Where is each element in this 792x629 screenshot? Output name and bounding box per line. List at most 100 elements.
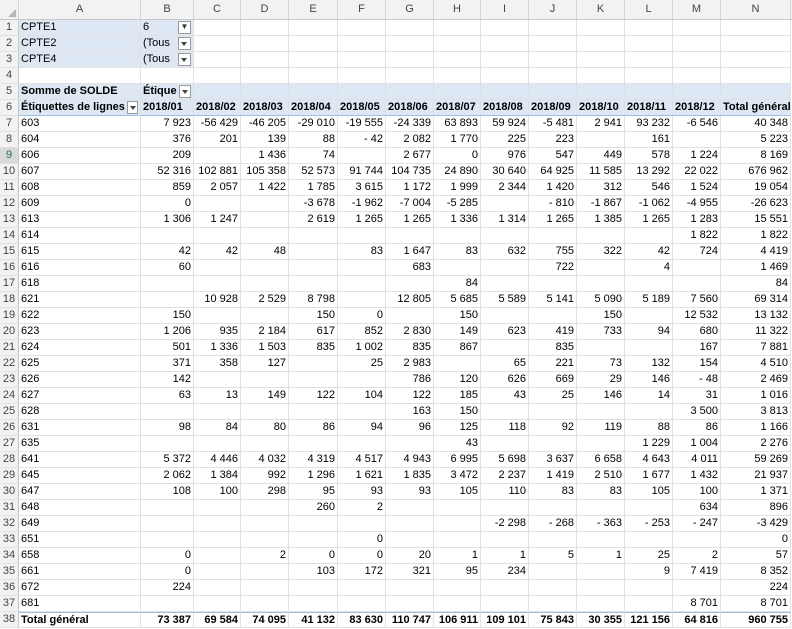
total-cell[interactable]: 121 156 [625,612,673,628]
value-cell[interactable]: 108 [141,484,194,500]
col-header-g[interactable]: G [386,0,434,19]
row-total-cell[interactable]: 15 551 [721,212,791,228]
value-cell[interactable]: 859 [141,180,194,196]
value-cell[interactable]: 103 [289,564,338,580]
value-cell[interactable]: 12 532 [673,308,721,324]
value-cell[interactable]: 1 677 [625,468,673,484]
row-number[interactable]: 16 [0,260,19,276]
value-cell[interactable]: 1 524 [673,180,721,196]
total-cell[interactable]: 41 132 [289,612,338,628]
value-cell[interactable] [338,404,386,420]
value-cell[interactable]: 4 [625,260,673,276]
row-number[interactable]: 33 [0,532,19,548]
value-cell[interactable]: 149 [434,324,481,340]
value-cell[interactable] [673,260,721,276]
row-total-cell[interactable]: 4 510 [721,356,791,372]
value-cell[interactable]: 52 573 [289,164,338,180]
value-cell[interactable] [194,404,241,420]
value-cell[interactable]: 617 [289,324,338,340]
value-cell[interactable]: 13 [194,388,241,404]
value-cell[interactable] [194,308,241,324]
value-cell[interactable]: 42 [625,244,673,260]
value-cell[interactable] [338,276,386,292]
value-cell[interactable] [289,372,338,388]
value-cell[interactable]: 7 419 [673,564,721,580]
value-cell[interactable]: -7 004 [386,196,434,212]
value-cell[interactable]: 24 890 [434,164,481,180]
value-cell[interactable] [141,516,194,532]
value-cell[interactable]: 0 [434,148,481,164]
value-cell[interactable]: 1 999 [434,180,481,196]
value-cell[interactable]: 547 [529,148,577,164]
row-total-cell[interactable]: 1 469 [721,260,791,276]
value-cell[interactable] [625,596,673,612]
value-cell[interactable]: 29 [577,372,625,388]
value-cell[interactable] [338,292,386,308]
row-number[interactable]: 12 [0,196,19,212]
month-header[interactable]: 2018/08 [481,100,529,116]
value-cell[interactable]: 64 925 [529,164,577,180]
value-cell[interactable] [141,532,194,548]
value-cell[interactable]: 63 [141,388,194,404]
value-cell[interactable]: 161 [625,132,673,148]
row-label[interactable]: 626 [19,372,141,388]
col-header-m[interactable]: M [673,0,721,19]
value-cell[interactable]: 312 [577,180,625,196]
value-cell[interactable]: 1 647 [386,244,434,260]
value-cell[interactable] [241,308,289,324]
row-number[interactable]: 28 [0,452,19,468]
value-cell[interactable]: -6 546 [673,116,721,132]
value-cell[interactable] [338,148,386,164]
value-cell[interactable]: 104 735 [386,164,434,180]
value-cell[interactable]: 142 [141,372,194,388]
row-label[interactable]: 604 [19,132,141,148]
value-cell[interactable] [141,596,194,612]
row-label[interactable]: 603 [19,116,141,132]
value-cell[interactable] [241,372,289,388]
value-cell[interactable]: 1 785 [289,180,338,196]
row-label[interactable]: 607 [19,164,141,180]
value-cell[interactable] [577,260,625,276]
value-cell[interactable] [194,436,241,452]
row-label[interactable]: 625 [19,356,141,372]
value-cell[interactable]: 59 924 [481,116,529,132]
value-cell[interactable]: 2 [241,548,289,564]
col-header-h[interactable]: H [434,0,481,19]
value-cell[interactable] [625,340,673,356]
value-cell[interactable]: 1 265 [338,212,386,228]
value-cell[interactable] [577,580,625,596]
row-number[interactable]: 13 [0,212,19,228]
total-cell[interactable]: 64 816 [673,612,721,628]
value-cell[interactable]: 5 141 [529,292,577,308]
month-header[interactable]: 2018/05 [338,100,386,116]
row-number[interactable]: 24 [0,388,19,404]
month-header[interactable]: 2018/02 [194,100,241,116]
row-number[interactable]: 29 [0,468,19,484]
value-cell[interactable]: 4 011 [673,452,721,468]
col-header-a[interactable]: A [19,0,141,19]
value-cell[interactable] [625,308,673,324]
value-cell[interactable]: 1 336 [434,212,481,228]
value-cell[interactable] [577,564,625,580]
value-cell[interactable]: 2 619 [289,212,338,228]
value-cell[interactable]: 31 [673,388,721,404]
value-cell[interactable]: 74 [289,148,338,164]
value-cell[interactable]: 1 224 [673,148,721,164]
value-cell[interactable]: 2 344 [481,180,529,196]
value-cell[interactable]: 84 [434,276,481,292]
value-cell[interactable] [434,532,481,548]
value-cell[interactable] [289,516,338,532]
value-cell[interactable]: 100 [673,484,721,500]
row-total-cell[interactable]: -26 623 [721,196,791,212]
value-cell[interactable] [241,212,289,228]
total-cell[interactable]: 109 101 [481,612,529,628]
value-cell[interactable] [434,596,481,612]
value-cell[interactable] [241,564,289,580]
total-cell[interactable]: 75 843 [529,612,577,628]
filter-label[interactable]: CPTE1 [19,20,141,36]
value-cell[interactable]: 724 [673,244,721,260]
month-header[interactable]: 2018/04 [289,100,338,116]
value-cell[interactable]: -5 481 [529,116,577,132]
value-cell[interactable] [289,580,338,596]
value-cell[interactable]: 3 637 [529,452,577,468]
